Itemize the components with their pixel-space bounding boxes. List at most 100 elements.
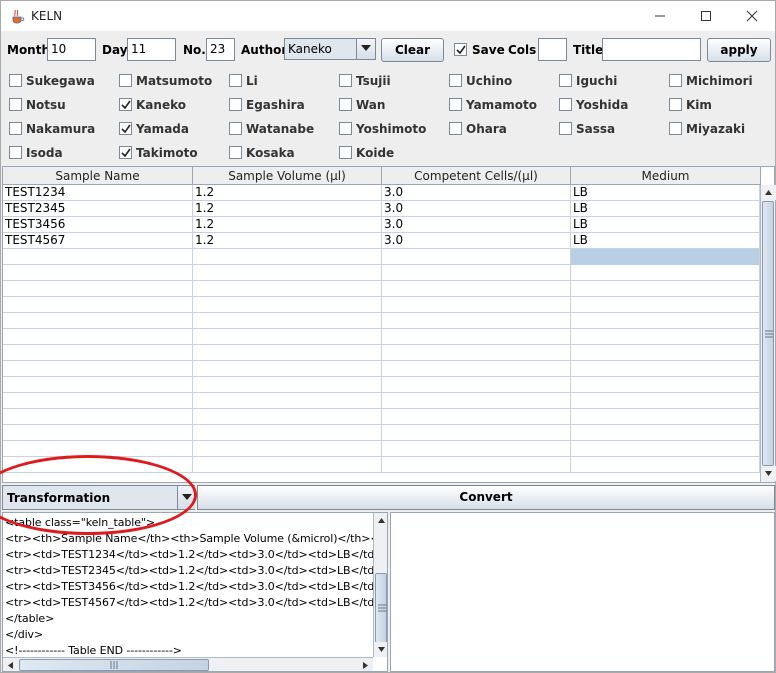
clear-button[interactable]: Clear [381, 38, 444, 62]
column-header-competent-cells[interactable]: Competent Cells/(µl) [382, 167, 571, 185]
table-cell[interactable] [193, 361, 382, 377]
table-cell[interactable]: 3.0 [382, 201, 571, 217]
author-checkbox-kaneko[interactable] [119, 98, 132, 111]
transformation-dropdown-arrow[interactable] [177, 486, 195, 509]
table-row[interactable] [3, 361, 760, 377]
maximize-button[interactable] [683, 1, 729, 31]
author-checkbox-uchino[interactable] [449, 74, 462, 87]
author-checkbox-li[interactable] [229, 74, 242, 87]
author-checkbox-nakamura[interactable] [9, 122, 22, 135]
table-cell[interactable] [193, 425, 382, 441]
table-cell[interactable] [193, 265, 382, 281]
author-checkbox-notsu[interactable] [9, 98, 22, 111]
table-row[interactable] [3, 377, 760, 393]
table-cell[interactable] [382, 393, 571, 409]
table-cell[interactable] [571, 265, 760, 281]
title-field[interactable] [602, 38, 701, 61]
table-cell[interactable]: 1.2 [193, 217, 382, 233]
number-field[interactable]: 23 [206, 38, 235, 61]
table-row[interactable] [3, 457, 760, 473]
code-scroll-thumb[interactable] [375, 573, 387, 643]
converted-output-area[interactable] [390, 512, 775, 672]
table-cell[interactable] [193, 249, 382, 265]
close-button[interactable] [729, 1, 775, 31]
table-row[interactable] [3, 425, 760, 441]
table-row[interactable]: TEST4567 1.2 3.0 LB [3, 233, 760, 249]
table-cell[interactable]: 3.0 [382, 217, 571, 233]
table-cell[interactable] [3, 409, 193, 425]
author-checkbox-tsujii[interactable] [339, 74, 352, 87]
table-cell[interactable] [3, 377, 193, 393]
table-cell[interactable]: 1.2 [193, 233, 382, 249]
table-cell[interactable] [571, 345, 760, 361]
author-checkbox-watanabe[interactable] [229, 122, 242, 135]
column-header-sample-name[interactable]: Sample Name [3, 167, 193, 185]
table-row[interactable] [3, 409, 760, 425]
author-checkbox-egashira[interactable] [229, 98, 242, 111]
author-checkbox-koide[interactable] [339, 146, 352, 159]
table-cell[interactable] [193, 377, 382, 393]
table-cell[interactable]: 1.2 [193, 201, 382, 217]
author-checkbox-isoda[interactable] [9, 146, 22, 159]
table-cell[interactable] [3, 249, 193, 265]
author-checkbox-wan[interactable] [339, 98, 352, 111]
author-dropdown[interactable]: Kaneko [284, 38, 376, 60]
table-cell[interactable]: LB [571, 217, 760, 233]
table-cell[interactable] [3, 281, 193, 297]
table-cell[interactable] [571, 457, 760, 473]
table-cell[interactable] [382, 377, 571, 393]
table-cell[interactable] [193, 409, 382, 425]
table-cell[interactable] [382, 409, 571, 425]
author-checkbox-sukegawa[interactable] [9, 74, 22, 87]
table-cell[interactable] [571, 425, 760, 441]
author-checkbox-matsumoto[interactable] [119, 74, 132, 87]
table-cell[interactable] [571, 329, 760, 345]
chevron-right-icon[interactable] [358, 658, 373, 672]
table-row[interactable] [3, 297, 760, 313]
table-cell[interactable] [382, 425, 571, 441]
cols-field[interactable] [538, 38, 567, 61]
table-cell[interactable] [193, 345, 382, 361]
apply-button[interactable]: apply [707, 38, 771, 62]
table-cell[interactable] [3, 313, 193, 329]
table-cell[interactable] [382, 281, 571, 297]
table-cell[interactable] [3, 345, 193, 361]
code-hscroll-thumb[interactable] [19, 659, 209, 671]
month-field[interactable]: 10 [47, 38, 96, 61]
table-cell[interactable]: 3.0 [382, 185, 571, 201]
table-cell[interactable] [571, 393, 760, 409]
author-checkbox-yoshimoto[interactable] [339, 122, 352, 135]
table-cell[interactable] [193, 457, 382, 473]
table-cell[interactable] [3, 265, 193, 281]
table-cell[interactable]: LB [571, 201, 760, 217]
code-vertical-scrollbar[interactable] [373, 513, 387, 657]
table-cell[interactable]: TEST4567 [3, 233, 193, 249]
table-cell[interactable]: LB [571, 233, 760, 249]
code-scroll-up-button[interactable] [374, 513, 387, 528]
author-checkbox-michimori[interactable] [669, 74, 682, 87]
day-field[interactable]: 11 [127, 38, 176, 61]
table-row[interactable]: TEST3456 1.2 3.0 LB [3, 217, 760, 233]
table-row[interactable] [3, 329, 760, 345]
table-cell[interactable] [571, 361, 760, 377]
table-cell[interactable] [382, 361, 571, 377]
table-cell[interactable]: TEST2345 [3, 201, 193, 217]
table-cell[interactable]: 3.0 [382, 233, 571, 249]
table-cell[interactable] [382, 297, 571, 313]
table-cell[interactable] [382, 457, 571, 473]
table-cell[interactable] [382, 345, 571, 361]
author-checkbox-miyazaki[interactable] [669, 122, 682, 135]
author-checkbox-takimoto[interactable] [119, 146, 132, 159]
scroll-down-button[interactable] [761, 466, 776, 481]
table-cell[interactable] [193, 281, 382, 297]
column-header-sample-volume[interactable]: Sample Volume (µl) [193, 167, 382, 185]
table-row[interactable] [3, 281, 760, 297]
table-cell[interactable] [382, 265, 571, 281]
minimize-button[interactable] [637, 1, 683, 31]
code-scroll-down-button[interactable] [374, 642, 387, 657]
table-row[interactable] [3, 441, 760, 457]
author-dropdown-arrow[interactable] [356, 39, 375, 59]
scroll-up-button[interactable] [761, 185, 776, 200]
author-checkbox-yamada[interactable] [119, 122, 132, 135]
table-cell[interactable] [571, 313, 760, 329]
